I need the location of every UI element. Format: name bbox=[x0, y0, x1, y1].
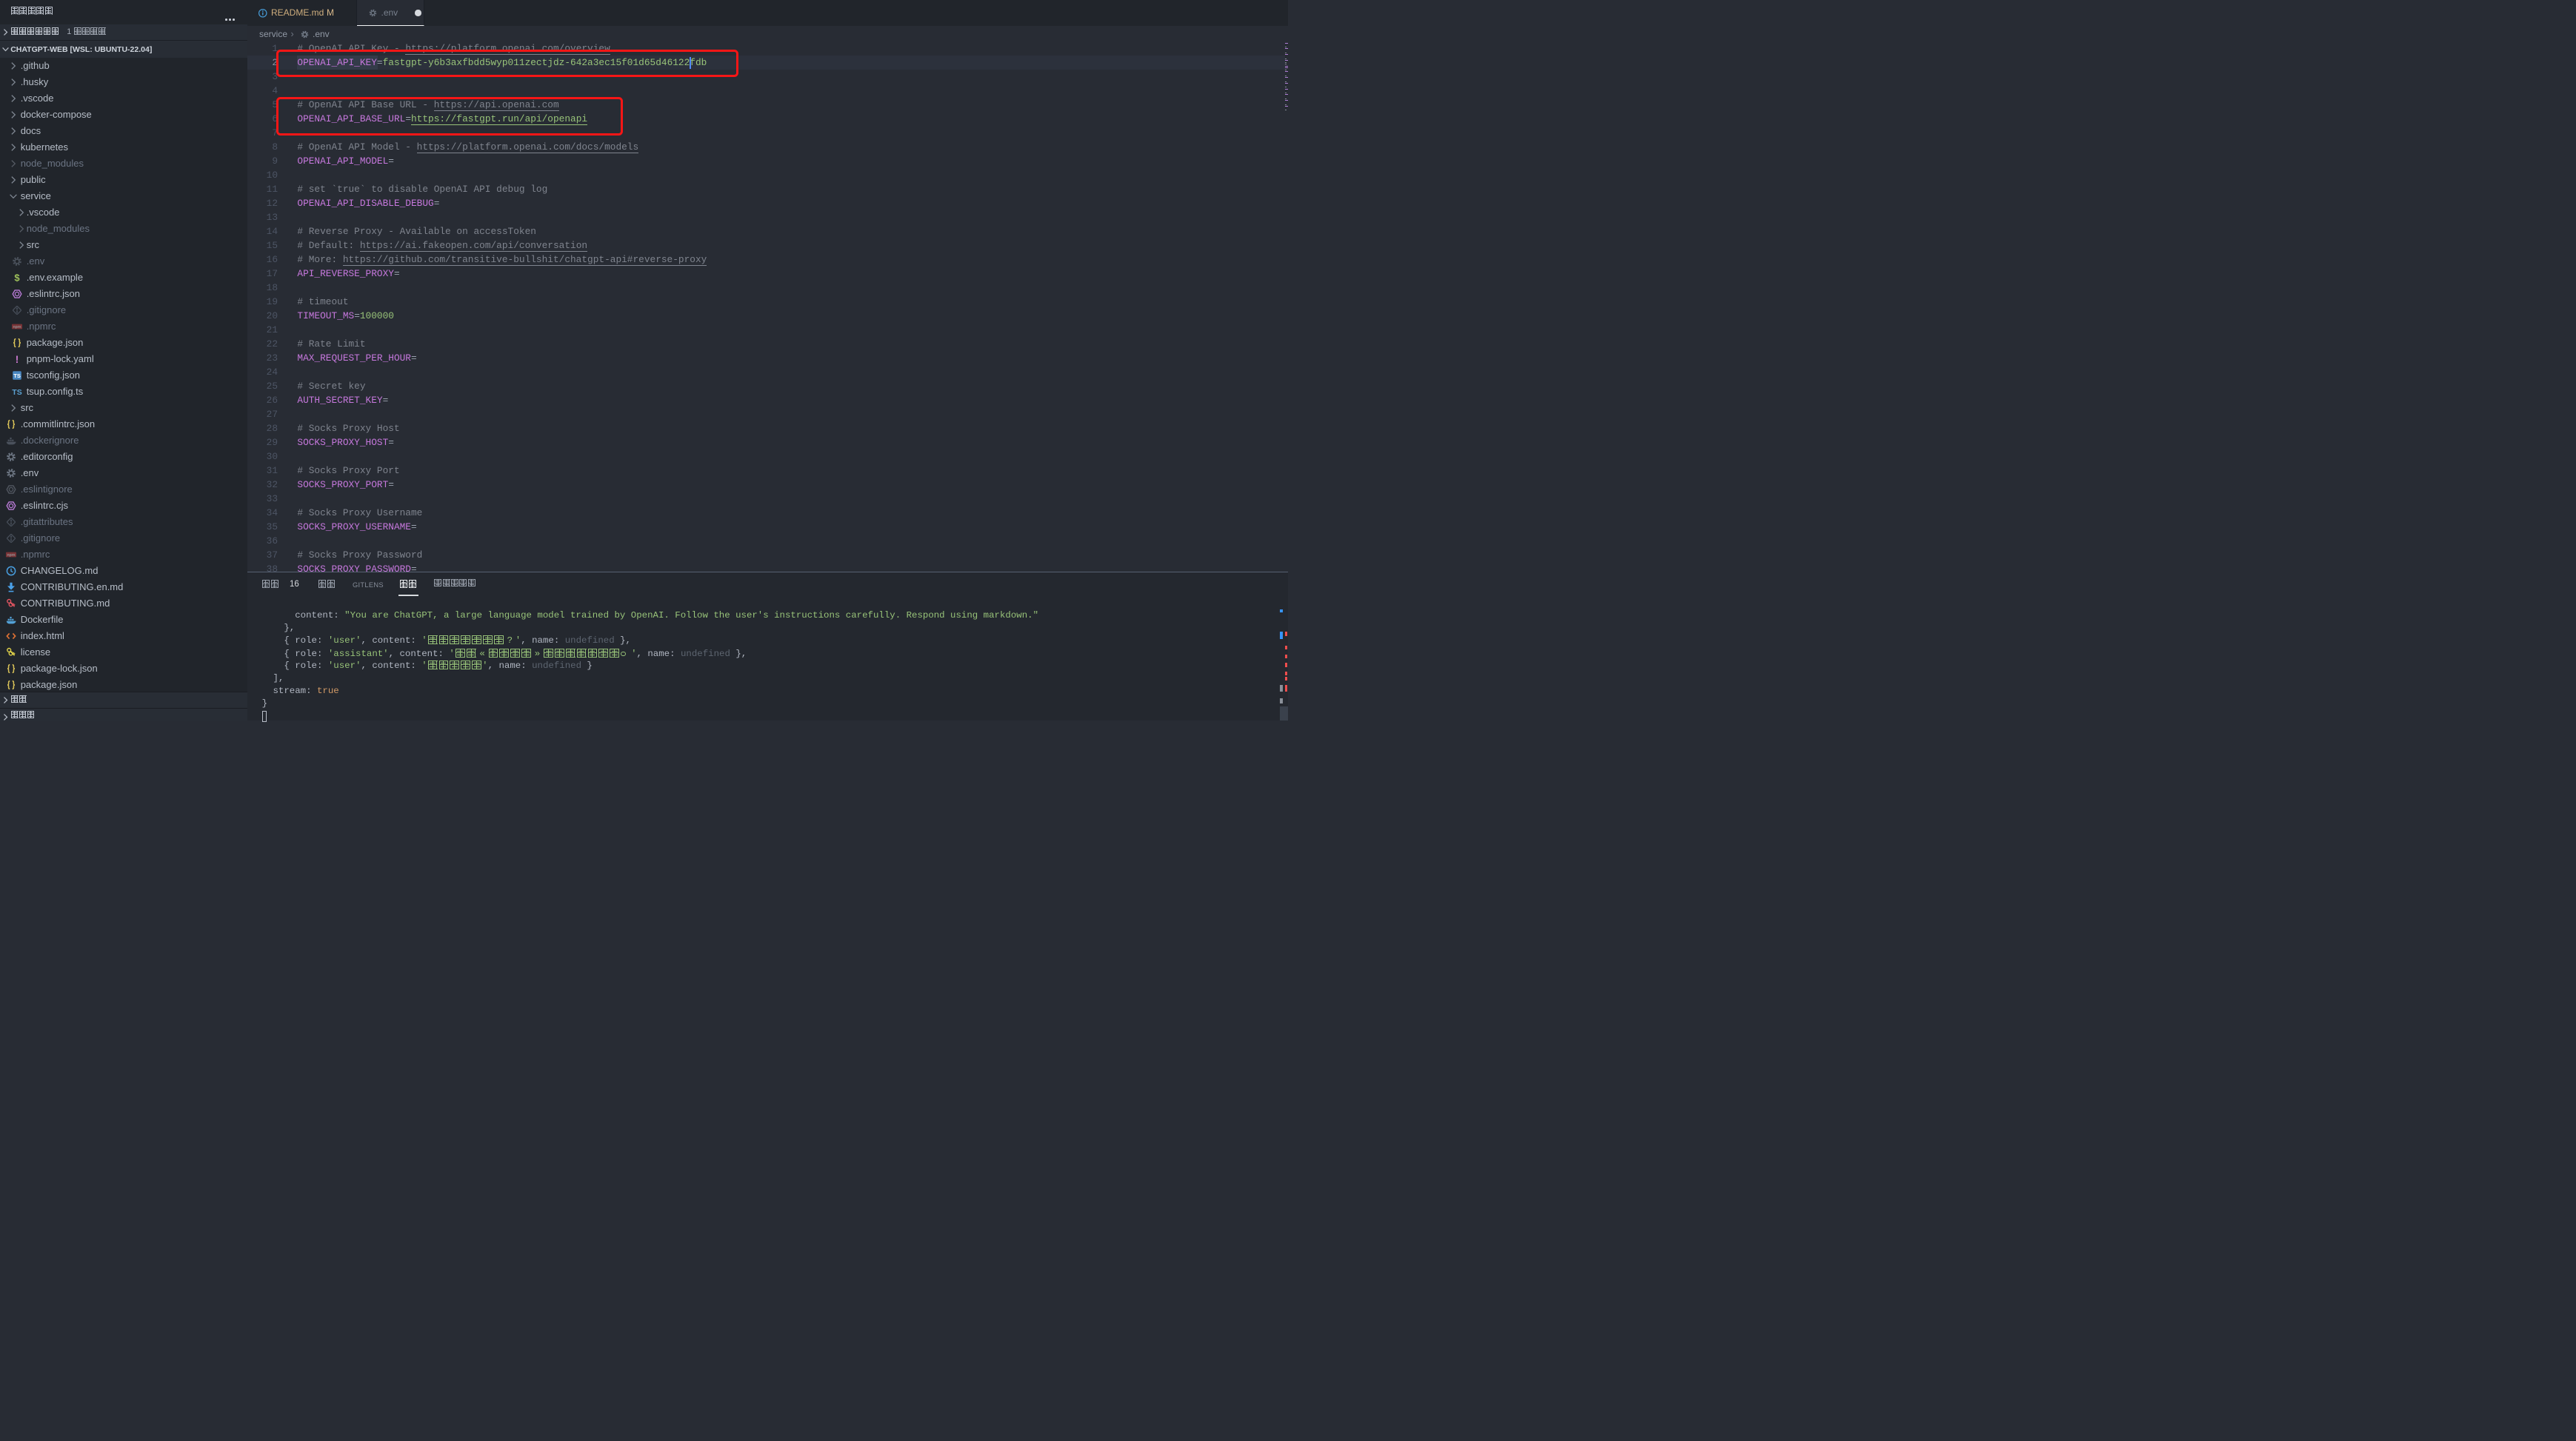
svg-text:TS: TS bbox=[12, 388, 21, 397]
svg-text:npm: npm bbox=[7, 552, 16, 557]
svg-text:$: $ bbox=[14, 272, 20, 283]
svg-text:npm: npm bbox=[13, 324, 21, 329]
svg-text:!: ! bbox=[16, 353, 19, 364]
svg-text:TS: TS bbox=[13, 372, 21, 379]
